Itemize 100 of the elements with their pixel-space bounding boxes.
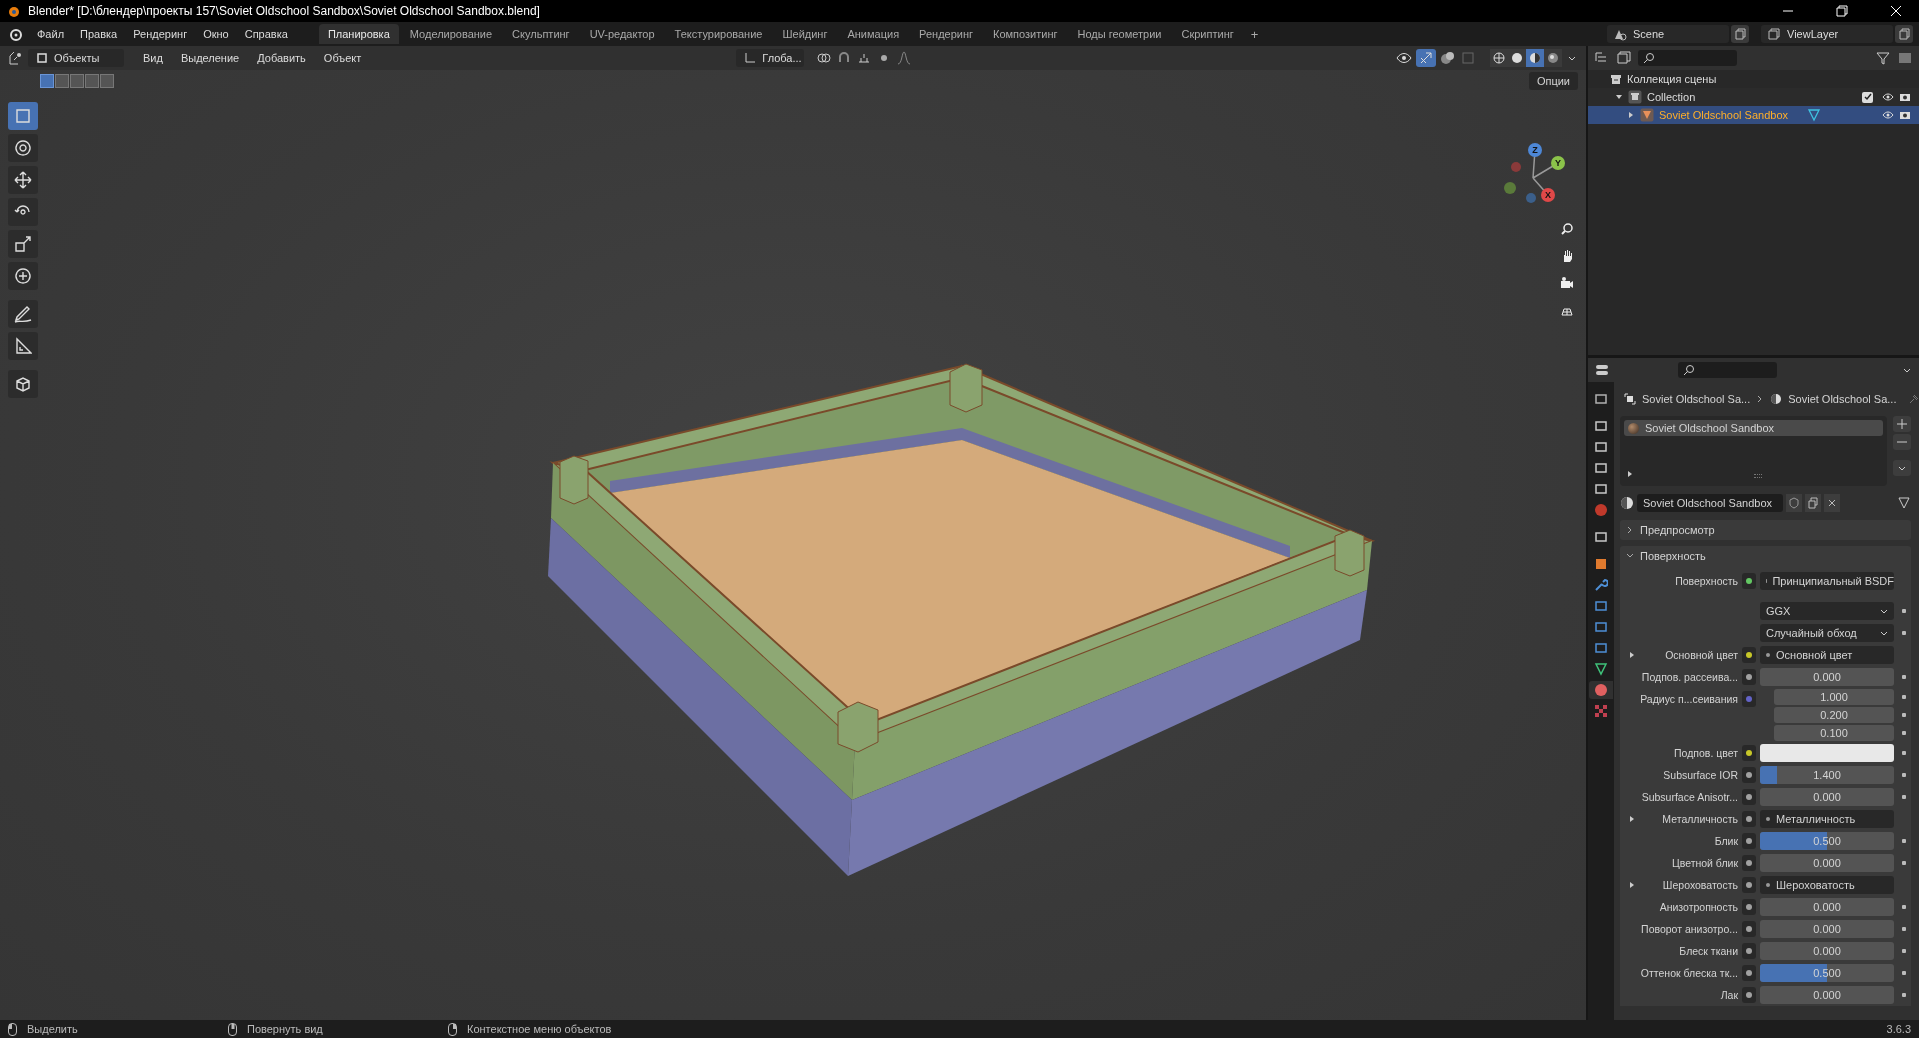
menu-item[interactable]: Файл bbox=[30, 25, 72, 43]
view-layer-field[interactable]: ViewLayer bbox=[1761, 25, 1893, 43]
viewport-menu-item[interactable]: Объект bbox=[316, 49, 369, 67]
slider-field[interactable]: 1.400 bbox=[1760, 766, 1894, 784]
tool-button[interactable] bbox=[8, 230, 38, 258]
search-field[interactable] bbox=[1678, 362, 1777, 378]
menu-item[interactable]: Рендеринг bbox=[126, 25, 195, 43]
tool-button[interactable] bbox=[8, 166, 38, 194]
tool-button[interactable] bbox=[8, 370, 38, 398]
copy-icon[interactable] bbox=[1731, 25, 1749, 43]
menu-item[interactable]: Правка bbox=[73, 25, 125, 43]
socket-button[interactable] bbox=[1742, 767, 1756, 783]
options-button[interactable]: Опции bbox=[1528, 72, 1578, 90]
axis-handle[interactable]: Y bbox=[1551, 156, 1565, 170]
overlay-icon[interactable] bbox=[1440, 50, 1456, 66]
add-workspace-button[interactable]: + bbox=[1244, 24, 1265, 44]
expand-arrow-icon[interactable] bbox=[1628, 651, 1636, 659]
workspace-tab[interactable]: Ноды геометрии bbox=[1068, 24, 1171, 44]
linked-input-field[interactable]: Основной цвет bbox=[1760, 646, 1894, 664]
workspace-tab[interactable]: Шейдинг bbox=[773, 24, 837, 44]
editor-type-icon[interactable] bbox=[1594, 362, 1610, 378]
workspace-tab[interactable]: Планировка bbox=[318, 24, 399, 44]
viewport-menu-item[interactable]: Выделение bbox=[173, 49, 247, 67]
pivot-icon[interactable] bbox=[816, 50, 833, 66]
pin-icon[interactable] bbox=[1908, 393, 1919, 405]
workspace-tab[interactable]: Текстурирование bbox=[665, 24, 772, 44]
properties-tab[interactable] bbox=[1589, 681, 1613, 699]
axis-handle[interactable]: Z bbox=[1528, 143, 1542, 157]
add-slot-button[interactable] bbox=[1893, 416, 1911, 432]
shading-mode-button[interactable] bbox=[1544, 49, 1562, 67]
socket-button[interactable] bbox=[1742, 573, 1756, 589]
workspace-tab[interactable]: Композитинг bbox=[984, 24, 1067, 44]
workspace-tab[interactable]: Скульптинг bbox=[503, 24, 579, 44]
socket-button[interactable] bbox=[1742, 987, 1756, 1003]
tool-button[interactable] bbox=[8, 134, 38, 162]
tool-button[interactable] bbox=[8, 262, 38, 290]
slider-field[interactable]: 0.000 bbox=[1760, 788, 1894, 806]
shading-mode-button[interactable] bbox=[1490, 49, 1508, 67]
socket-button[interactable] bbox=[1742, 965, 1756, 981]
remove-slot-button[interactable] bbox=[1893, 434, 1911, 450]
slider-field[interactable]: 0.000 bbox=[1760, 668, 1894, 686]
duplicate-button[interactable] bbox=[1805, 494, 1821, 512]
socket-button[interactable] bbox=[1742, 647, 1756, 663]
link-mode-icon[interactable] bbox=[1897, 496, 1911, 510]
tool-button[interactable] bbox=[8, 198, 38, 226]
socket-button[interactable] bbox=[1742, 921, 1756, 937]
expand-arrow-icon[interactable] bbox=[1626, 470, 1634, 478]
workspace-tab[interactable]: Рендеринг bbox=[910, 24, 983, 44]
mesh-data-icon[interactable] bbox=[1807, 108, 1822, 122]
socket-button[interactable] bbox=[1742, 811, 1756, 827]
workspace-tab[interactable]: Моделирование bbox=[400, 24, 502, 44]
socket-button[interactable] bbox=[1742, 833, 1756, 849]
linked-input-field[interactable]: Шероховатость bbox=[1760, 876, 1894, 894]
axis-handle[interactable]: X bbox=[1541, 188, 1555, 202]
scene-field[interactable]: Scene bbox=[1607, 25, 1729, 43]
tool-button[interactable] bbox=[8, 332, 38, 360]
socket-button[interactable] bbox=[1742, 745, 1756, 761]
workspace-tab[interactable]: Скриптинг bbox=[1172, 24, 1243, 44]
workspace-tab[interactable]: Анимация bbox=[838, 24, 909, 44]
slider-field[interactable]: 0.000 bbox=[1760, 898, 1894, 916]
tool-button[interactable] bbox=[8, 300, 38, 328]
material-browse-icon[interactable] bbox=[1620, 496, 1634, 510]
material-name-field[interactable]: Soviet Oldschool Sandbox bbox=[1637, 494, 1783, 512]
viewport-menu-item[interactable]: Вид bbox=[136, 49, 170, 67]
outliner-item[interactable]: Коллекция сцены bbox=[1627, 73, 1717, 85]
copy-icon[interactable] bbox=[1895, 25, 1913, 43]
slot-menu-button[interactable] bbox=[1893, 460, 1911, 476]
eye-icon[interactable] bbox=[1882, 91, 1894, 103]
new-collection-icon[interactable] bbox=[1897, 50, 1913, 66]
resize-grip[interactable] bbox=[1753, 474, 1762, 478]
falloff-curve-icon[interactable] bbox=[896, 50, 913, 66]
editor-type-icon[interactable] bbox=[8, 50, 24, 66]
mode-dropdown[interactable]: Объекты bbox=[28, 49, 124, 67]
panel-header[interactable]: Предпросмотр bbox=[1620, 520, 1911, 540]
linked-input-field[interactable]: Металличность bbox=[1760, 810, 1894, 828]
socket-button[interactable] bbox=[1742, 669, 1756, 685]
viewport-menu-item[interactable]: Добавить bbox=[250, 49, 313, 67]
number-field[interactable]: 0.200 bbox=[1774, 707, 1894, 723]
slider-field[interactable]: 0.000 bbox=[1760, 986, 1894, 1004]
panel-header[interactable]: Поверхность bbox=[1620, 546, 1911, 566]
display-mode-icon[interactable] bbox=[1616, 50, 1632, 66]
socket-button[interactable] bbox=[1742, 943, 1756, 959]
workspace-tab[interactable]: UV-редактор bbox=[580, 24, 664, 44]
socket-button[interactable] bbox=[1742, 789, 1756, 805]
eye-icon[interactable] bbox=[1396, 50, 1412, 66]
number-field[interactable]: 1.000 bbox=[1774, 689, 1894, 705]
slider-field[interactable]: 0.500 bbox=[1760, 964, 1894, 982]
menu-item[interactable]: Окно bbox=[196, 25, 236, 43]
menu-item[interactable]: Справка bbox=[237, 25, 295, 43]
socket-button[interactable] bbox=[1742, 877, 1756, 893]
expand-arrow-icon[interactable] bbox=[1628, 881, 1636, 889]
eye-icon[interactable] bbox=[1882, 109, 1894, 121]
fake-user-button[interactable] bbox=[1786, 494, 1802, 512]
slider-field[interactable]: 0.000 bbox=[1760, 920, 1894, 938]
search-field[interactable] bbox=[1638, 50, 1737, 66]
slider-field[interactable]: 0.000 bbox=[1760, 854, 1894, 872]
number-field[interactable]: 0.100 bbox=[1774, 725, 1894, 741]
blender-logo-icon[interactable] bbox=[8, 27, 22, 41]
shading-mode-button[interactable] bbox=[1526, 49, 1544, 67]
shading-mode-button[interactable] bbox=[1508, 49, 1526, 67]
